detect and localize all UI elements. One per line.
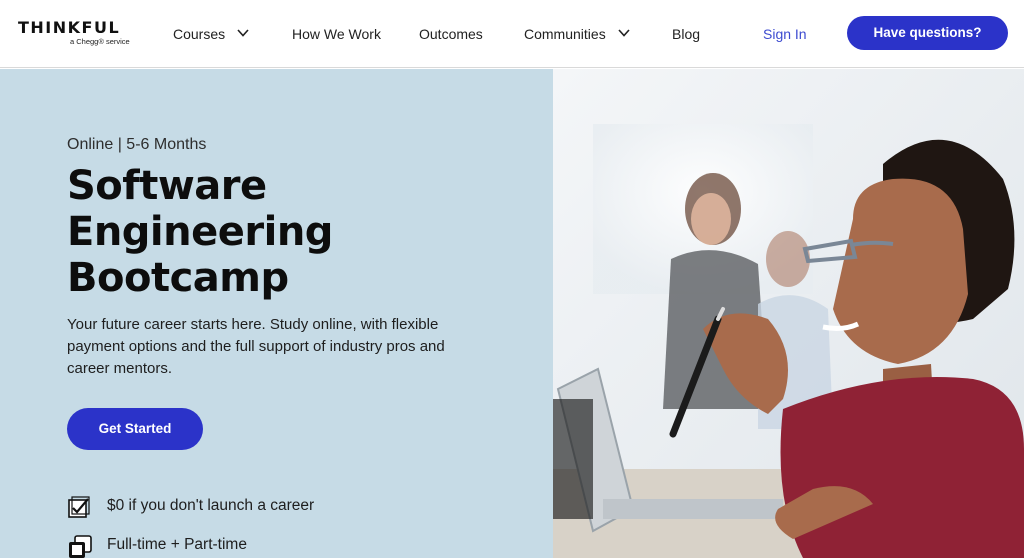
logo-tagline: a Chegg® service bbox=[70, 37, 130, 46]
title-line: Engineering bbox=[67, 209, 333, 255]
site-header: THINKFUL a Chegg® service Courses How We… bbox=[0, 0, 1024, 68]
title-line: Software bbox=[67, 163, 267, 209]
nav-how-we-work[interactable]: How We Work bbox=[292, 24, 381, 44]
thinkful-logo[interactable]: THINKFUL a Chegg® service bbox=[18, 18, 138, 48]
title-line: Bootcamp bbox=[67, 255, 289, 301]
checkbox-icon bbox=[67, 494, 93, 520]
nav-blog[interactable]: Blog bbox=[672, 24, 700, 44]
page-title: Software Engineering Bootcamp bbox=[67, 163, 507, 301]
program-format: Online | 5-6 Months bbox=[67, 136, 207, 153]
get-started-button[interactable]: Get Started bbox=[67, 408, 203, 450]
logo-wordmark: THINKFUL bbox=[18, 18, 121, 37]
chevron-down-icon[interactable] bbox=[617, 26, 631, 40]
nav-communities[interactable]: Communities bbox=[524, 24, 606, 44]
have-questions-button[interactable]: Have questions? bbox=[847, 16, 1008, 50]
chevron-down-icon[interactable] bbox=[236, 26, 250, 40]
hero-description: Your future career starts here. Study on… bbox=[67, 316, 445, 377]
sign-in-link[interactable]: Sign In bbox=[763, 24, 807, 44]
stacked-squares-icon bbox=[67, 533, 93, 558]
hero-photo bbox=[553, 69, 1024, 558]
feature-text: $0 if you don't launch a career bbox=[107, 497, 315, 514]
feature-text: Full-time + Part-time bbox=[107, 536, 247, 553]
nav-outcomes[interactable]: Outcomes bbox=[419, 24, 483, 44]
nav-courses[interactable]: Courses bbox=[173, 24, 225, 44]
